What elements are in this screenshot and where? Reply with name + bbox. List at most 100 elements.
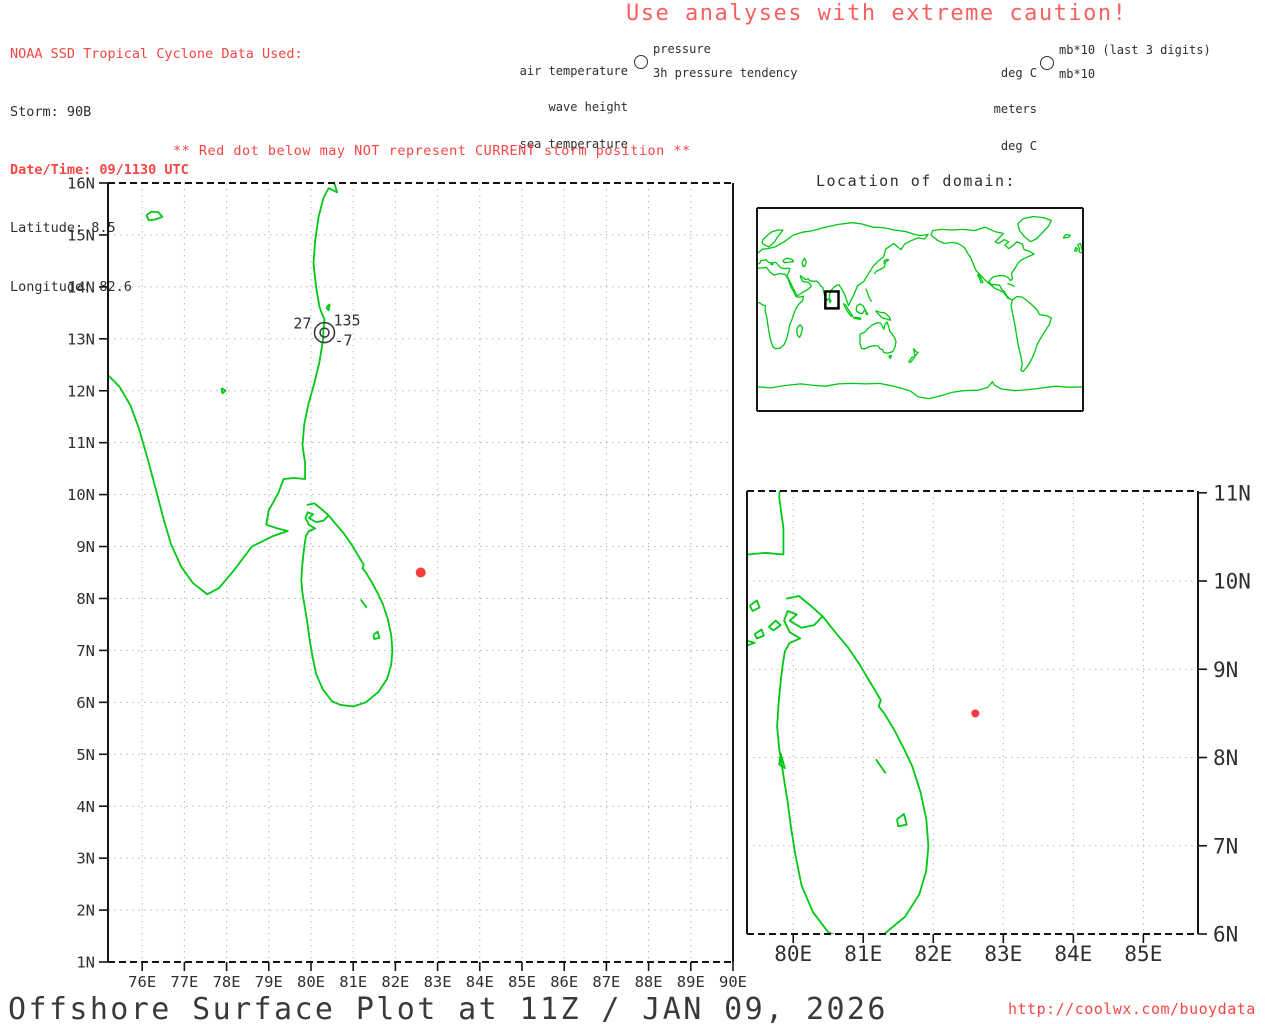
coastlines-group — [757, 215, 1083, 400]
coastline — [757, 266, 805, 350]
storm-position-dot — [415, 567, 426, 578]
coastline — [220, 387, 227, 395]
world-location-map — [755, 206, 1089, 415]
x-axis-label: 85E — [1124, 942, 1162, 966]
x-axis-label: 81E — [339, 973, 367, 991]
x-axis-label: 87E — [592, 973, 620, 991]
zoom-map-canvas: 80E 81E 82E 83E 84E 85E 11N 10N 9N 8N 7N 6N — [746, 481, 1251, 966]
y-axis-label: 16N — [67, 175, 95, 193]
y-axis-label: 12N — [67, 382, 95, 400]
units-model-circle-icon — [1040, 56, 1054, 70]
x-axis-label: 78E — [213, 973, 241, 991]
storm-position-warning: ** Red dot below may NOT represent CURRE… — [173, 143, 691, 159]
y-axis-label: 14N — [67, 278, 95, 296]
coastline — [855, 303, 866, 315]
coastline — [859, 321, 897, 354]
y-axis-label: 4N — [76, 798, 95, 816]
y-axis-label: 11N — [1213, 481, 1251, 505]
y-axis-label: 7N — [1213, 834, 1238, 858]
y-axis-label: 3N — [76, 850, 95, 868]
main-map-canvas: 76E 77E 78E 79E 80E 81E 82E 83E 84E 85E 86E 87E 88E 8… — [67, 175, 747, 991]
main-map: 76E 77E 78E 79E 80E 81E 82E 83E 84E 85E 86E 87E 88E 8… — [55, 175, 755, 1010]
coastline — [875, 758, 887, 774]
noaa-source-line: NOAA SSD Tropical Cyclone Data Used: — [10, 45, 303, 62]
coastline — [912, 348, 919, 357]
x-axis-label: 80E — [774, 942, 812, 966]
y-axis-label: 13N — [67, 330, 95, 348]
x-axis-label: 84E — [1054, 942, 1092, 966]
y-axis-label: 9N — [76, 538, 95, 556]
plot-title: Offshore Surface Plot at 11Z / JAN 09, 2… — [8, 992, 888, 1024]
coastline — [300, 502, 394, 708]
station-circle-inner — [319, 327, 330, 338]
coastline — [753, 628, 765, 640]
coastline — [875, 309, 892, 321]
coastline — [1062, 234, 1071, 239]
coastline — [749, 599, 761, 612]
coastline — [1017, 215, 1052, 243]
x-axis-label: 79E — [255, 973, 283, 991]
y-axis-label: 1N — [76, 954, 95, 972]
coastline — [976, 273, 984, 284]
coastline — [325, 303, 331, 312]
station-legend-units-left: deg C meters deg C — [940, 42, 1037, 177]
x-axis-label: 83E — [424, 973, 452, 991]
coastline — [796, 324, 804, 339]
coastline — [896, 813, 908, 828]
coastline — [852, 316, 862, 320]
x-axis-label: 88E — [635, 973, 663, 991]
zoom-map: 80E 81E 82E 83E 84E 85E 11N 10N 9N 8N 7N 6N — [735, 480, 1280, 1000]
x-axis-label: 82E — [914, 942, 952, 966]
y-axis-label: 10N — [67, 486, 95, 504]
y-axis-label: 2N — [76, 902, 95, 920]
y-axis-label: 8N — [1213, 746, 1238, 770]
storm-position-dot — [971, 709, 980, 718]
coastline — [865, 288, 873, 302]
coastline — [768, 619, 782, 632]
coastline — [1073, 246, 1079, 252]
station-tendency: -7 — [334, 332, 352, 350]
x-axis-label: 83E — [984, 942, 1022, 966]
coastline — [778, 752, 786, 770]
y-axis-label: 8N — [76, 590, 95, 608]
legend-air-temp-label: air temperature — [519, 63, 628, 78]
coastlines-group — [747, 491, 930, 934]
x-axis-label: 80E — [297, 973, 325, 991]
x-axis-label: 89E — [677, 973, 705, 991]
coastline — [145, 210, 164, 222]
coastline — [372, 630, 381, 640]
station-pressure: 135 — [333, 312, 360, 330]
x-axis-label: 86E — [550, 973, 578, 991]
coastline — [757, 381, 1083, 400]
legend-pressure-label: pressure — [653, 42, 711, 56]
coastlines-group — [108, 183, 394, 708]
coastline — [888, 354, 893, 360]
x-axis-label: 85E — [508, 973, 536, 991]
y-axis-label: 11N — [67, 434, 95, 452]
coastline — [908, 356, 916, 364]
x-axis-label: 82E — [381, 973, 409, 991]
world-map-canvas — [756, 207, 1084, 412]
station-model-circle-icon — [634, 55, 648, 69]
y-axis-label: 10N — [1213, 570, 1251, 594]
coastline — [828, 298, 832, 304]
legend-unit-degc-2: deg C — [1000, 139, 1037, 154]
y-axis-label: 7N — [76, 642, 95, 660]
coastline — [801, 257, 808, 268]
coastline — [782, 257, 795, 264]
legend-unit-mb10-digits: mb*10 (last 3 digits) — [1059, 43, 1211, 57]
y-axis-label: 5N — [76, 746, 95, 764]
legend-unit-degc-1: deg C — [1000, 65, 1037, 80]
legend-wave-height-label: wave height — [548, 100, 628, 115]
coastline — [360, 598, 368, 609]
coastline — [1007, 282, 1015, 288]
x-axis-label: 77E — [170, 973, 198, 991]
y-axis-label: 6N — [76, 694, 95, 712]
legend-tendency-label: 3h pressure tendency — [653, 66, 798, 80]
buoy-plot-page: NOAA SSD Tropical Cyclone Data Used: Sto… — [0, 0, 1280, 1024]
y-axis-label: 9N — [1213, 658, 1238, 682]
coastline — [1010, 295, 1052, 373]
x-axis-label: 76E — [128, 973, 156, 991]
coastline — [930, 226, 1035, 301]
coastline — [757, 222, 929, 307]
